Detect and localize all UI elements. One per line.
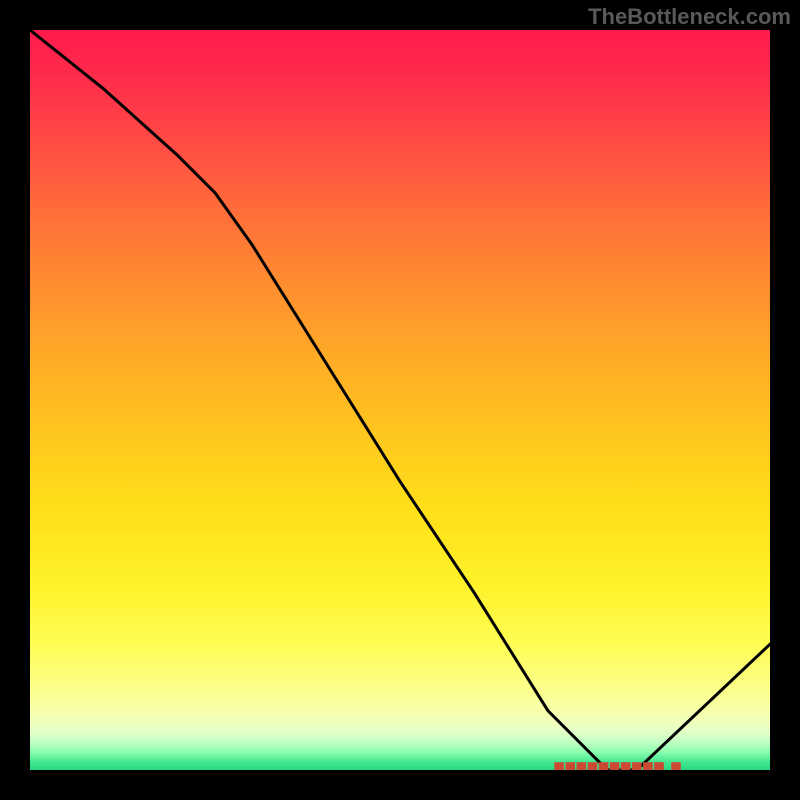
bottom-markers-group bbox=[554, 762, 681, 770]
chart-svg bbox=[30, 30, 770, 770]
marker-point bbox=[654, 762, 664, 770]
marker-point bbox=[621, 762, 631, 770]
marker-point bbox=[632, 762, 642, 770]
marker-point bbox=[588, 762, 598, 770]
watermark-text: TheBottleneck.com bbox=[588, 4, 791, 30]
chart-plot-area bbox=[30, 30, 770, 770]
chart-frame: TheBottleneck.com bbox=[0, 0, 800, 800]
marker-point bbox=[554, 762, 564, 770]
marker-point bbox=[643, 762, 653, 770]
chart-line-group bbox=[30, 30, 770, 770]
marker-point bbox=[577, 762, 587, 770]
marker-point bbox=[610, 762, 620, 770]
data-line bbox=[30, 30, 770, 770]
marker-point bbox=[565, 762, 575, 770]
marker-point bbox=[671, 762, 681, 770]
marker-point bbox=[599, 762, 609, 770]
